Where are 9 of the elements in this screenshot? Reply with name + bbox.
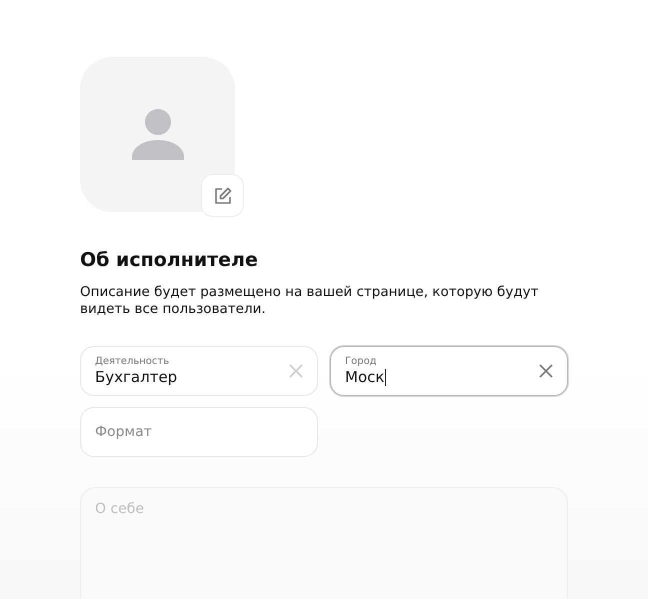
edit-button[interactable]: [201, 174, 244, 217]
edit-icon: [214, 186, 232, 204]
clear-icon[interactable]: [539, 364, 553, 378]
section-title: Об исполнителе: [80, 248, 259, 272]
text-cursor: [385, 369, 386, 386]
person-icon: [132, 109, 184, 160]
text-field[interactable]: Город Моск: [330, 346, 568, 396]
text-field[interactable]: Деятельность Бухгалтер: [80, 346, 318, 396]
section-description: Описание будет размещено на вашей странице, которую будут видеть все пользователи.: [80, 284, 540, 318]
